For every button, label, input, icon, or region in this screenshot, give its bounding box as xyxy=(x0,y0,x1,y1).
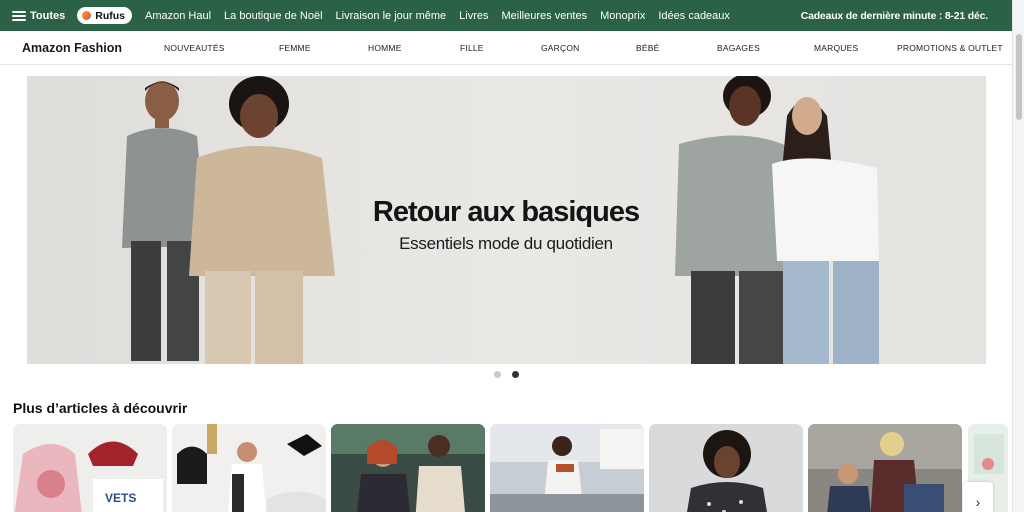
top-nav-bar: Toutes Rufus Amazon Haul La boutique de … xyxy=(0,0,1012,31)
discover-card-6[interactable] xyxy=(808,424,962,512)
promo-banner-link[interactable]: Cadeaux de dernière minute : 8-21 déc. xyxy=(801,10,989,22)
carousel-next-button[interactable]: › xyxy=(963,482,993,512)
rufus-sparkle-icon xyxy=(82,11,92,20)
nav-link-livres[interactable]: Livres xyxy=(459,10,488,22)
hero-title: Retour aux basiques xyxy=(372,196,640,228)
svg-text:VETS: VETS xyxy=(105,491,136,505)
card-2-image xyxy=(172,424,326,512)
subnav-item-garcon[interactable]: GARÇON xyxy=(541,43,580,53)
subnav-item-bagages[interactable]: BAGAGES xyxy=(717,43,760,53)
subnav-item-bebe[interactable]: BÉBÉ xyxy=(636,43,659,53)
carousel-dot-2[interactable] xyxy=(512,371,519,378)
subnav-item-promotions-outlet[interactable]: PROMOTIONS & OUTLET xyxy=(897,43,1003,53)
nav-link-monoprix[interactable]: Monoprix xyxy=(600,10,645,22)
subnav-item-fille[interactable]: FILLE xyxy=(460,43,484,53)
discover-card-5[interactable] xyxy=(649,424,803,512)
rufus-button[interactable]: Rufus xyxy=(77,7,132,24)
subnav-item-homme[interactable]: HOMME xyxy=(368,43,402,53)
card-6-image xyxy=(808,424,962,512)
nav-link-idees-cadeaux[interactable]: Idées cadeaux xyxy=(658,10,730,22)
card-3-image xyxy=(331,424,485,512)
page-scrollbar[interactable] xyxy=(1012,0,1024,512)
card-1-image: VETS xyxy=(13,424,167,512)
hero-banner[interactable]: Retour aux basiques Essentiels mode du q… xyxy=(27,76,986,364)
nav-link-amazon-haul[interactable]: Amazon Haul xyxy=(145,10,211,22)
hamburger-icon xyxy=(12,10,26,21)
card-4-image xyxy=(490,424,644,512)
card-5-image xyxy=(649,424,803,512)
nav-link-meilleures-ventes[interactable]: Meilleures ventes xyxy=(502,10,588,22)
subnav-item-femme[interactable]: FEMME xyxy=(279,43,311,53)
discover-card-3[interactable] xyxy=(331,424,485,512)
model-woman-right xyxy=(772,97,879,364)
chevron-right-icon: › xyxy=(975,494,981,510)
nav-link-boutique-noel[interactable]: La boutique de Noël xyxy=(224,10,322,22)
fashion-brand-link[interactable]: Amazon Fashion xyxy=(22,41,122,55)
discover-card-1[interactable]: VETS xyxy=(13,424,167,512)
page: Toutes Rufus Amazon Haul La boutique de … xyxy=(0,0,1024,512)
subnav-item-marques[interactable]: MARQUES xyxy=(814,43,858,53)
all-menu-label: Toutes xyxy=(30,9,66,22)
discover-card-2[interactable] xyxy=(172,424,326,512)
section-title: Plus d’articles à découvrir xyxy=(13,400,188,416)
scrollbar-thumb[interactable] xyxy=(1016,34,1022,120)
subnav-item-nouveautes[interactable]: NOUVEAUTÉS xyxy=(164,43,225,53)
nav-link-livraison-jour-meme[interactable]: Livraison le jour même xyxy=(336,10,447,22)
fashion-subnav: Amazon Fashion NOUVEAUTÉS FEMME HOMME FI… xyxy=(0,31,1012,65)
all-menu-button[interactable]: Toutes xyxy=(12,10,65,22)
carousel-dots xyxy=(494,371,519,378)
hero-subtitle: Essentiels mode du quotidien xyxy=(399,234,613,253)
carousel-dot-1[interactable] xyxy=(494,371,501,378)
discover-card-4[interactable] xyxy=(490,424,644,512)
rufus-label: Rufus xyxy=(95,9,125,22)
